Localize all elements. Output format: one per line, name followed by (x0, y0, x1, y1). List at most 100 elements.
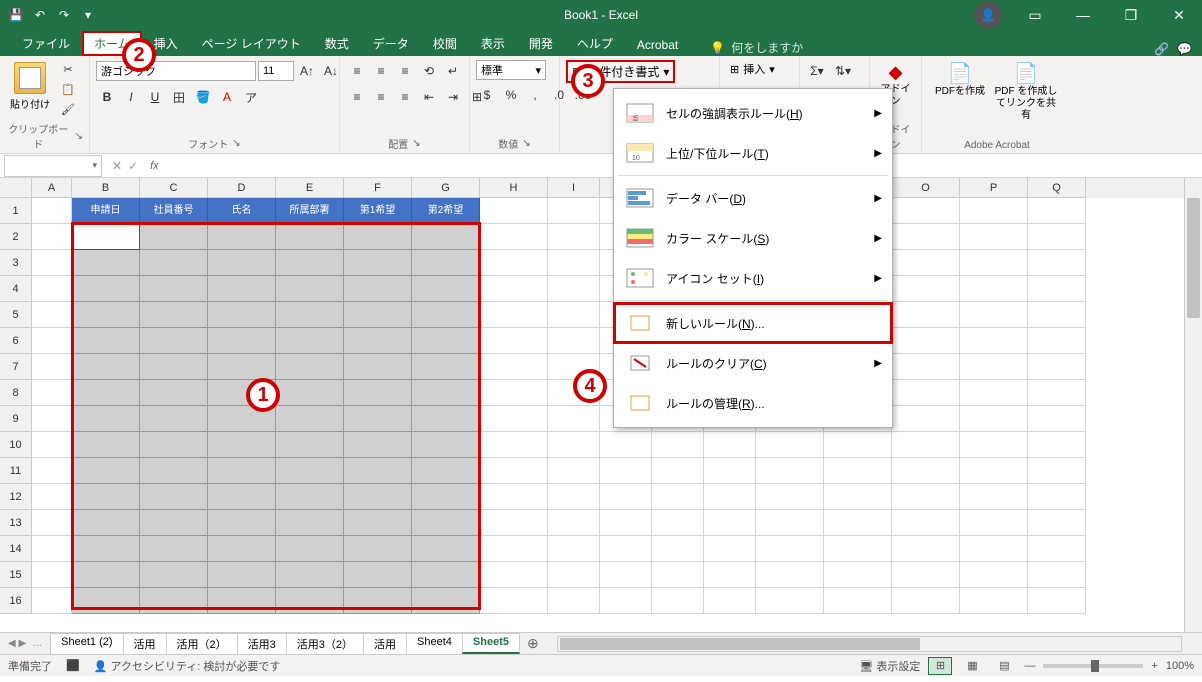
row-header[interactable]: 3 (0, 250, 32, 276)
sheet-tab[interactable]: 活用 (123, 633, 167, 654)
cell[interactable] (412, 510, 480, 536)
scrollbar-thumb[interactable] (560, 638, 920, 650)
cell[interactable] (32, 224, 72, 250)
column-header[interactable]: G (412, 178, 480, 198)
cell[interactable] (756, 432, 824, 458)
cell[interactable] (652, 536, 704, 562)
cell[interactable] (1028, 354, 1086, 380)
cell[interactable] (480, 588, 548, 614)
cell[interactable] (140, 588, 208, 614)
pdf-create-button[interactable]: 📄 PDFを作成 (933, 60, 987, 100)
tab-developer[interactable]: 開発 (517, 31, 565, 56)
cell[interactable] (600, 536, 652, 562)
cell[interactable] (208, 328, 276, 354)
cell[interactable] (960, 250, 1028, 276)
row-header[interactable]: 12 (0, 484, 32, 510)
cell[interactable] (756, 458, 824, 484)
cell[interactable] (480, 250, 548, 276)
cell[interactable] (208, 536, 276, 562)
cell[interactable] (652, 588, 704, 614)
cell[interactable] (1028, 562, 1086, 588)
cell[interactable] (548, 588, 600, 614)
cell[interactable] (276, 510, 344, 536)
zoom-level[interactable]: 100% (1166, 660, 1194, 672)
save-icon[interactable]: 💾 (8, 7, 24, 23)
cell[interactable] (960, 510, 1028, 536)
cell[interactable] (892, 328, 960, 354)
cell[interactable] (652, 458, 704, 484)
menu-clear-rules[interactable]: ルールのクリア(C) ▶ (614, 343, 892, 383)
cell[interactable] (480, 276, 548, 302)
cell[interactable] (960, 458, 1028, 484)
cell[interactable] (892, 224, 960, 250)
copy-icon[interactable]: 📋 (58, 80, 78, 98)
worksheet-grid[interactable]: ABCDEFGHIJKLMNOPQ 1234567891011121314151… (0, 178, 1202, 632)
cell[interactable] (480, 458, 548, 484)
cell[interactable] (72, 250, 140, 276)
cell[interactable] (892, 250, 960, 276)
dialog-launcher-icon[interactable]: ↘ (232, 138, 240, 149)
row-header[interactable]: 9 (0, 406, 32, 432)
cell[interactable] (32, 380, 72, 406)
cell[interactable] (704, 458, 756, 484)
cell[interactable] (480, 224, 548, 250)
cell[interactable] (704, 562, 756, 588)
cell[interactable] (600, 458, 652, 484)
cell[interactable] (32, 406, 72, 432)
cell[interactable] (1028, 224, 1086, 250)
zoom-slider[interactable] (1043, 664, 1143, 668)
cell[interactable] (32, 562, 72, 588)
column-header[interactable]: A (32, 178, 72, 198)
cell[interactable] (892, 536, 960, 562)
cell[interactable] (208, 276, 276, 302)
cell[interactable] (32, 432, 72, 458)
cell[interactable] (548, 562, 600, 588)
cell[interactable] (412, 224, 480, 250)
zoom-in-button[interactable]: + (1151, 660, 1157, 672)
cell[interactable] (652, 510, 704, 536)
tab-formulas[interactable]: 数式 (313, 31, 361, 56)
dialog-launcher-icon[interactable]: ↘ (412, 138, 420, 149)
cell[interactable] (140, 562, 208, 588)
tab-data[interactable]: データ (361, 31, 421, 56)
align-top-icon[interactable]: ≡ (346, 60, 368, 82)
cell[interactable] (652, 432, 704, 458)
cell[interactable] (480, 536, 548, 562)
cell[interactable] (1028, 588, 1086, 614)
row-header[interactable]: 16 (0, 588, 32, 614)
cell[interactable] (140, 328, 208, 354)
menu-highlight-cells[interactable]: ≦ セルの強調表示ルール(H) ▶ (614, 93, 892, 133)
cell[interactable] (548, 250, 600, 276)
cell[interactable] (208, 484, 276, 510)
cell[interactable] (756, 510, 824, 536)
cell[interactable] (32, 588, 72, 614)
cell[interactable] (140, 406, 208, 432)
cell[interactable] (960, 406, 1028, 432)
row-header[interactable]: 6 (0, 328, 32, 354)
cell[interactable] (72, 224, 140, 250)
page-layout-view-icon[interactable]: ▦ (960, 657, 984, 675)
cell[interactable] (412, 536, 480, 562)
cell[interactable] (344, 536, 412, 562)
column-header[interactable]: Q (1028, 178, 1086, 198)
minimize-button[interactable]: — (1060, 0, 1106, 30)
zoom-slider-thumb[interactable] (1091, 660, 1099, 672)
cell[interactable] (412, 432, 480, 458)
align-bottom-icon[interactable]: ≡ (394, 60, 416, 82)
cell[interactable] (208, 458, 276, 484)
cell[interactable] (412, 302, 480, 328)
cell[interactable] (344, 276, 412, 302)
bold-button[interactable]: B (96, 86, 118, 108)
border-button[interactable]: 田 (168, 86, 190, 108)
cell[interactable] (704, 432, 756, 458)
menu-color-scales[interactable]: カラー スケール(S) ▶ (614, 218, 892, 258)
autosum-icon[interactable]: Σ▾ (806, 60, 828, 82)
column-header[interactable]: C (140, 178, 208, 198)
cell[interactable] (548, 484, 600, 510)
cell[interactable] (704, 588, 756, 614)
cell[interactable] (824, 510, 892, 536)
cell[interactable] (344, 562, 412, 588)
font-size-select[interactable] (258, 61, 294, 81)
align-middle-icon[interactable]: ≡ (370, 60, 392, 82)
orientation-icon[interactable]: ⟲ (418, 60, 440, 82)
